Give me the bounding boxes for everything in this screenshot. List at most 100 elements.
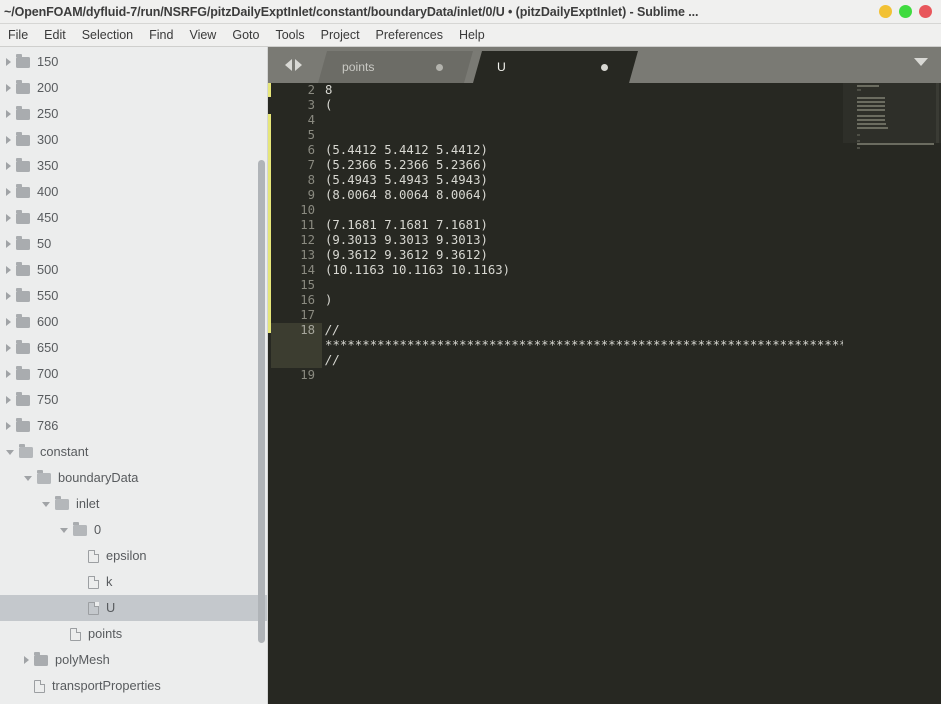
code-editor[interactable]: 2 8 3(4 5 6 (5.4412 5.4412 5.4412) 7 (5.2366 5.… (268, 83, 941, 704)
menu-item-file[interactable]: File (0, 24, 36, 46)
chevron-down-icon[interactable] (914, 58, 928, 66)
code-line[interactable]: 13 (9.3612 9.3612 9.3612) (268, 248, 941, 263)
menu-item-find[interactable]: Find (141, 24, 181, 46)
tree-item-boundarydata[interactable]: boundaryData (0, 465, 268, 491)
menu-item-preferences[interactable]: Preferences (368, 24, 451, 46)
menu-bar: File Edit Selection Find View Goto Tools Projec… (0, 24, 941, 47)
tree-item-350[interactable]: 350 (0, 153, 268, 179)
chevron-right-icon[interactable] (24, 656, 29, 664)
tree-item-500[interactable]: 500 (0, 257, 268, 283)
chevron-right-icon[interactable] (6, 344, 11, 352)
tree-item-650[interactable]: 650 (0, 335, 268, 361)
tree-item-600[interactable]: 600 (0, 309, 268, 335)
chevron-right-icon[interactable] (6, 188, 11, 196)
minimize-button[interactable] (879, 5, 892, 18)
code-line[interactable]: 11 (7.1681 7.1681 7.1681) (268, 218, 941, 233)
tree-item-transportproperties[interactable]: transportProperties (0, 673, 268, 699)
menu-item-view[interactable]: View (181, 24, 224, 46)
tree-item-polymesh[interactable]: polyMesh (0, 647, 268, 673)
chevron-right-icon[interactable] (6, 240, 11, 248)
menu-item-selection[interactable]: Selection (74, 24, 141, 46)
close-button[interactable] (919, 5, 932, 18)
menu-item-edit[interactable]: Edit (36, 24, 74, 46)
tab-u[interactable]: U (473, 51, 638, 83)
chevron-right-icon[interactable] (6, 58, 11, 66)
line-number: 11 (300, 218, 315, 232)
sidebar-scrollbar[interactable] (258, 160, 265, 643)
tree-item-150[interactable]: 150 (0, 49, 268, 75)
menu-item-tools[interactable]: Tools (267, 24, 312, 46)
chevron-down-icon[interactable] (42, 501, 50, 507)
code-line[interactable]: 28 (268, 83, 941, 98)
tab-points[interactable]: points (318, 51, 473, 83)
tab-dirty-dot-icon[interactable] (601, 63, 608, 71)
chevron-down-icon[interactable] (60, 527, 68, 533)
tree-item-200[interactable]: 200 (0, 75, 268, 101)
minimap-scrollbar[interactable] (936, 83, 939, 143)
tree-item-inlet[interactable]: inlet (0, 491, 268, 517)
minimap[interactable] (843, 83, 941, 704)
menu-item-project[interactable]: Project (313, 24, 368, 46)
tree-item-700[interactable]: 700 (0, 361, 268, 387)
chevron-right-icon[interactable] (6, 84, 11, 92)
chevron-right-icon[interactable] (6, 110, 11, 118)
tab-navigation[interactable] (268, 47, 318, 83)
sidebar-file-tree[interactable]: 150 200 250 300 350 400 450 50 500 550 600 650 700 75… (0, 47, 268, 704)
tree-item-0[interactable]: 0 (0, 517, 268, 543)
chevron-right-icon[interactable] (6, 318, 11, 326)
code-line[interactable]: 17 (268, 308, 941, 323)
code-line[interactable]: 19 (268, 368, 941, 383)
tree-item-u[interactable]: U (0, 595, 268, 621)
tree-item-400[interactable]: 400 (0, 179, 268, 205)
tree-item-epsilon[interactable]: epsilon (0, 543, 268, 569)
tab-bar: points U (268, 47, 941, 83)
code-line[interactable]: 15 (268, 278, 941, 293)
code-line[interactable]: 4 (268, 113, 941, 128)
arrow-left-icon[interactable] (284, 59, 292, 71)
tree-item-250[interactable]: 250 (0, 101, 268, 127)
code-line[interactable]: 16) (268, 293, 941, 308)
menu-item-help[interactable]: Help (451, 24, 493, 46)
chevron-right-icon[interactable] (6, 292, 11, 300)
code-line[interactable]: 6 (5.4412 5.4412 5.4412) (268, 143, 941, 158)
chevron-right-icon[interactable] (6, 370, 11, 378)
tree-item-points[interactable]: points (0, 621, 268, 647)
code-line[interactable]: 8 (5.4943 5.4943 5.4943) (268, 173, 941, 188)
tree-item-turbulenceproperties[interactable]: turbulenceProperties (0, 699, 268, 704)
chevron-right-icon[interactable] (6, 266, 11, 274)
tree-item-300[interactable]: 300 (0, 127, 268, 153)
chevron-right-icon[interactable] (6, 396, 11, 404)
tree-item-750[interactable]: 750 (0, 387, 268, 413)
code-line[interactable]: 7 (5.2366 5.2366 5.2366) (268, 158, 941, 173)
tab-dirty-dot-icon[interactable] (436, 63, 443, 71)
chevron-down-icon[interactable] (24, 475, 32, 481)
tree-item-450[interactable]: 450 (0, 205, 268, 231)
code-line[interactable]: 3( (268, 98, 941, 113)
code-line[interactable]: 9 (8.0064 8.0064 8.0064) (268, 188, 941, 203)
folder-icon (19, 443, 33, 458)
tree-item-k[interactable]: k (0, 569, 268, 595)
chevron-right-icon[interactable] (6, 162, 11, 170)
tree-item-786[interactable]: 786 (0, 413, 268, 439)
code-line[interactable]: 10 (268, 203, 941, 218)
tree-item-50[interactable]: 50 (0, 231, 268, 257)
menu-item-goto[interactable]: Goto (224, 24, 267, 46)
maximize-button[interactable] (899, 5, 912, 18)
tree-item-550[interactable]: 550 (0, 283, 268, 309)
arrow-right-icon[interactable] (294, 59, 302, 71)
code-line-wrapped[interactable]: ****************************************… (268, 338, 941, 353)
chevron-right-icon[interactable] (6, 136, 11, 144)
code-text: ( (325, 98, 333, 112)
code-line[interactable]: 5 (268, 128, 941, 143)
tree-item-constant[interactable]: constant (0, 439, 268, 465)
chevron-down-icon[interactable] (6, 449, 14, 455)
code-line[interactable]: 12 (9.3013 9.3013 9.3013) (268, 233, 941, 248)
code-line[interactable]: 18 // (268, 323, 941, 338)
chevron-right-icon[interactable] (6, 214, 11, 222)
code-text: (5.2366 5.2366 5.2366) (325, 158, 488, 172)
code-line[interactable]: 14 (10.1163 10.1163 10.1163) (268, 263, 941, 278)
chevron-right-icon[interactable] (6, 422, 11, 430)
code-content[interactable]: 2 8 3(4 5 6 (5.4412 5.4412 5.4412) 7 (5.2366 5.… (268, 83, 941, 704)
folder-icon (16, 131, 30, 146)
code-line-wrapped[interactable]: // (268, 353, 941, 368)
